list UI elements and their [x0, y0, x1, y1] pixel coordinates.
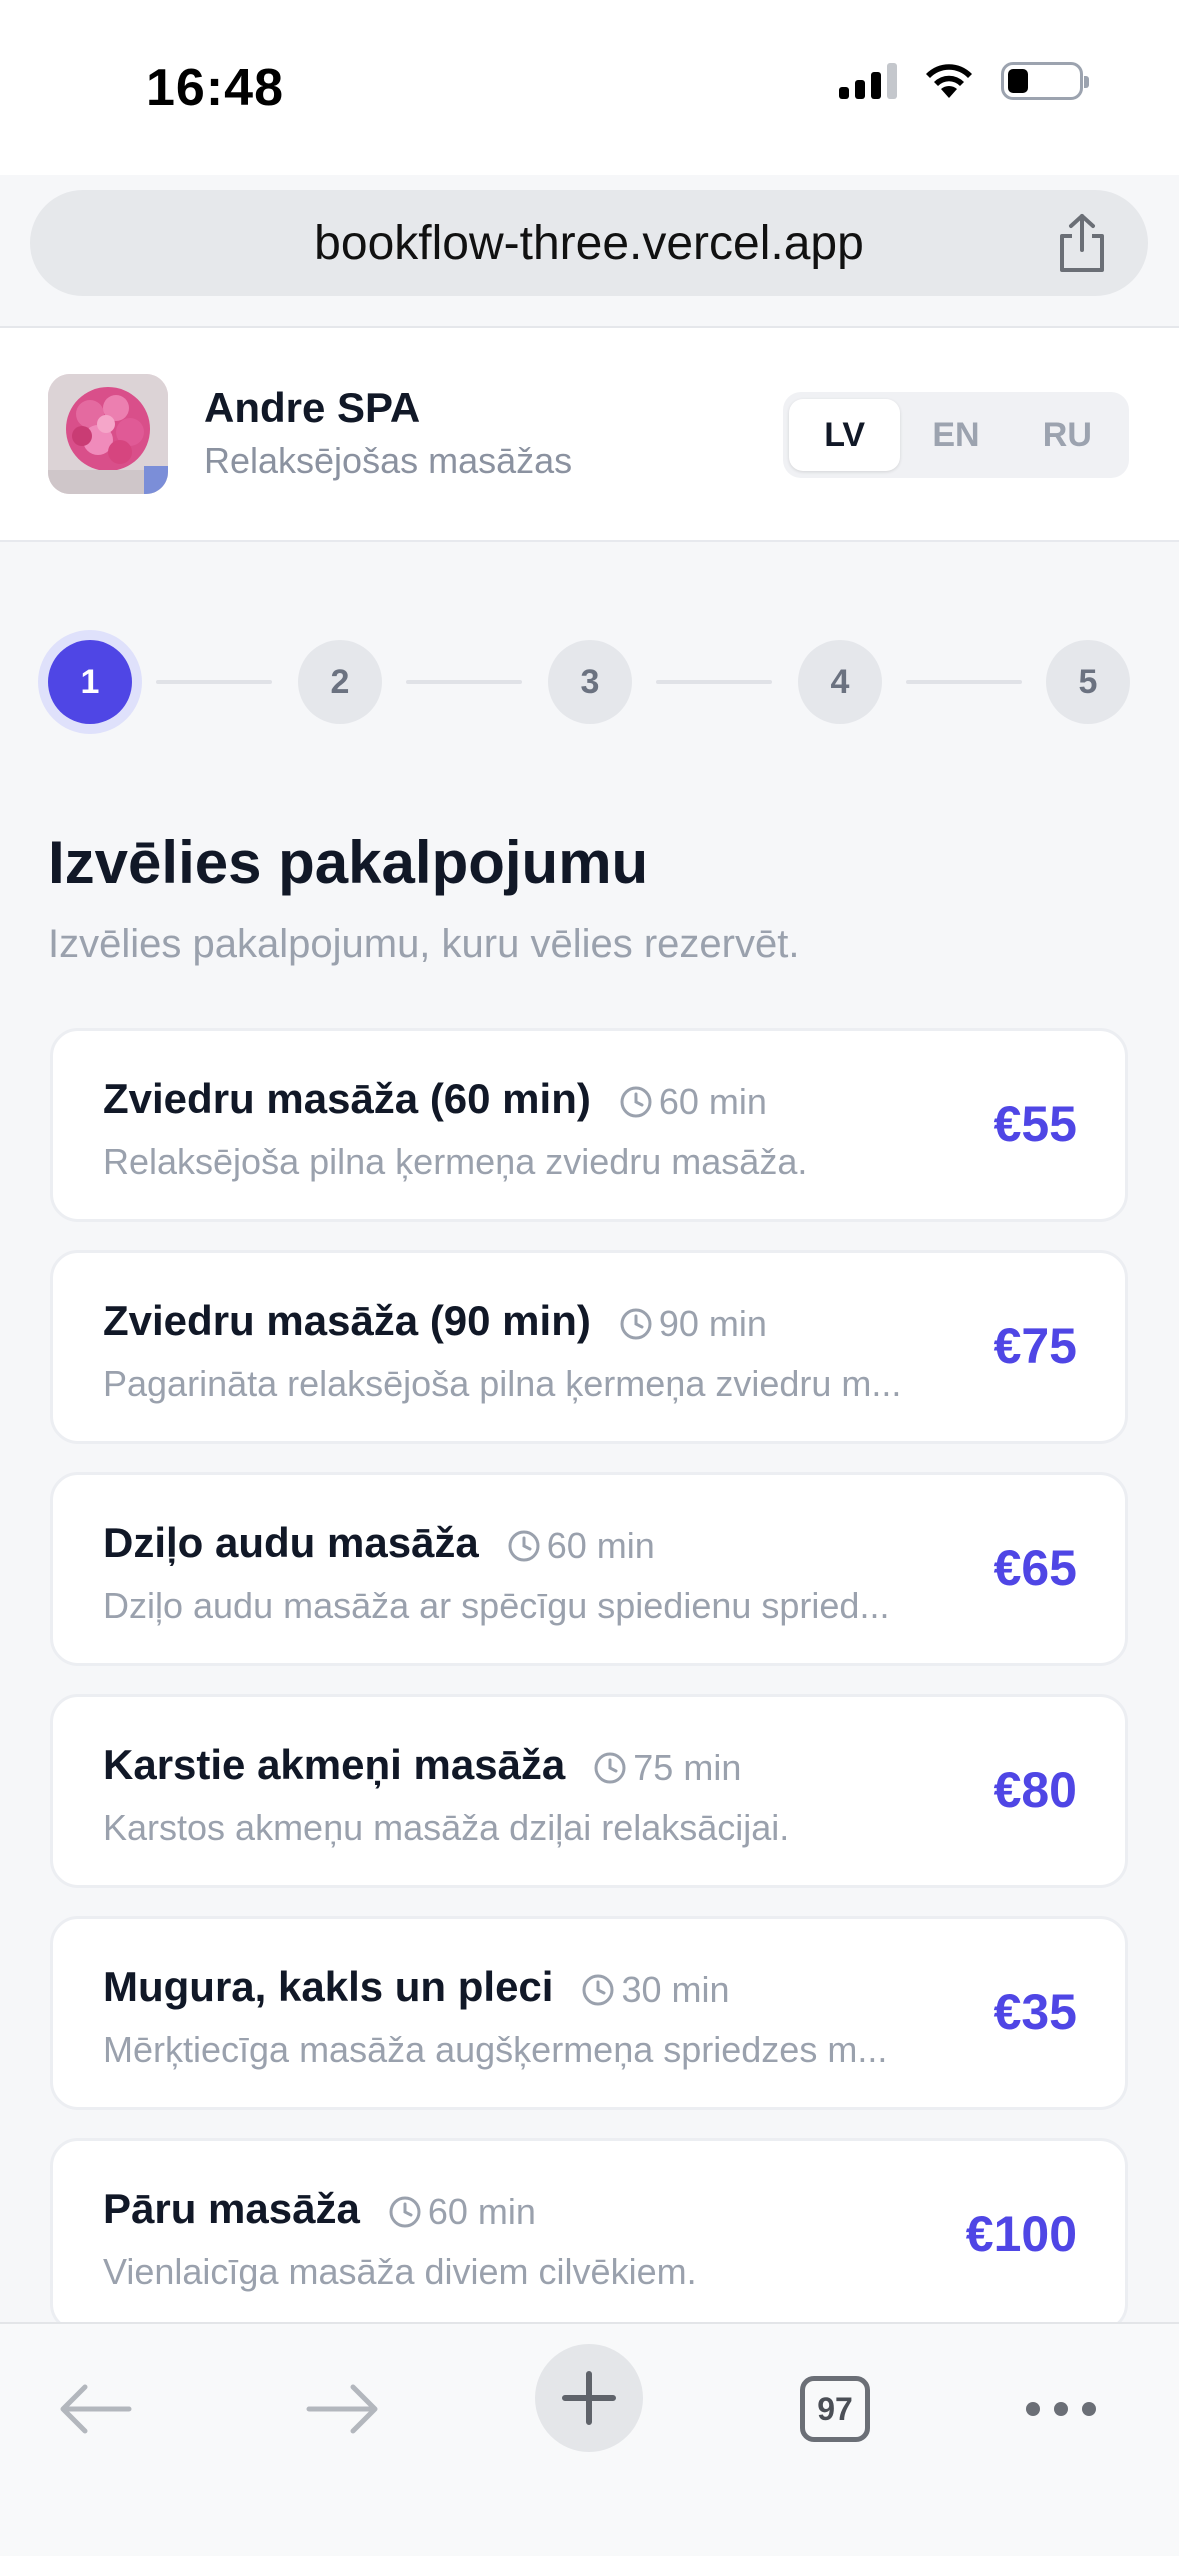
tabs-button[interactable]: 97 — [780, 2354, 890, 2464]
language-switcher: LV EN RU — [783, 392, 1129, 478]
service-name: Mugura, kakls un pleci — [103, 1963, 554, 2010]
step-4: 4 — [798, 640, 882, 724]
service-price: €55 — [993, 1096, 1077, 1152]
share-icon[interactable] — [1052, 212, 1112, 274]
service-price: €80 — [993, 1762, 1077, 1818]
service-name: Karstie akmeņi masāža — [103, 1741, 566, 1788]
arrow-left-icon — [60, 2384, 132, 2434]
clock-icon — [620, 1308, 652, 1340]
service-description: Vienlaicīga masāža diviem cilvēkiem. — [103, 2251, 697, 2292]
cellular-signal-icon — [839, 63, 897, 99]
service-duration-label: 60 min — [427, 2190, 536, 2232]
business-header: Andre SPA Relaksējošas masāžas LV EN RU — [0, 328, 1179, 542]
service-name: Pāru masāža — [103, 2185, 360, 2232]
service-name: Zviedru masāža (90 min) — [103, 1297, 591, 1344]
more-dots-icon — [1026, 2402, 1096, 2416]
step-connector — [656, 680, 772, 684]
service-duration-label: 90 min — [658, 1302, 767, 1344]
service-card[interactable]: Zviedru masāža (60 min) 60 min Relaksējoš… — [50, 1028, 1128, 1222]
address-bar-url[interactable]: bookflow-three.vercel.app — [314, 216, 864, 271]
service-name-row: Karstie akmeņi masāža 75 min — [103, 1741, 741, 1789]
service-name-row: Zviedru masāža (90 min) 90 min — [103, 1297, 767, 1345]
service-card[interactable]: Karstie akmeņi masāža 75 min Karstos akme… — [50, 1694, 1128, 1888]
service-card[interactable]: Pāru masāža 60 min Vienlaicīga masāža div… — [50, 2138, 1128, 2332]
service-price: €35 — [993, 1984, 1077, 2040]
status-icons — [839, 62, 1089, 100]
service-price: €65 — [993, 1540, 1077, 1596]
step-3: 3 — [548, 640, 632, 724]
service-duration-label: 30 min — [621, 1968, 730, 2010]
browser-toolbar: 97 — [0, 2322, 1179, 2556]
clock-icon — [582, 1974, 614, 2006]
clock-icon — [508, 1530, 540, 1562]
service-name-row: Dziļo audu masāža 60 min — [103, 1519, 655, 1567]
service-card[interactable]: Zviedru masāža (90 min) 90 min Pagarināta… — [50, 1250, 1128, 1444]
service-description: Pagarināta relaksējoša pilna ķermeņa zvi… — [103, 1363, 902, 1404]
service-duration-label: 75 min — [633, 1746, 742, 1788]
language-option-ru[interactable]: RU — [1012, 399, 1123, 471]
service-description: Relaksējoša pilna ķermeņa zviedru masāža… — [103, 1141, 808, 1182]
service-price: €100 — [965, 2206, 1077, 2262]
service-duration: 60 min — [619, 1081, 767, 1123]
service-duration: 60 min — [388, 2191, 536, 2233]
status-bar: 16:48 — [0, 0, 1179, 175]
new-tab-button[interactable] — [535, 2344, 643, 2452]
plus-icon — [562, 2371, 616, 2425]
service-name-row: Zviedru masāža (60 min) 60 min — [103, 1075, 767, 1123]
service-duration-label: 60 min — [658, 1080, 767, 1122]
clock-icon — [620, 1086, 652, 1118]
service-card[interactable]: Dziļo audu masāža 60 min Dziļo audu masāž… — [50, 1472, 1128, 1666]
step-connector — [906, 680, 1022, 684]
service-description: Karstos akmeņu masāža dziļai relaksācija… — [103, 1807, 790, 1848]
business-subtitle: Relaksējošas masāžas — [204, 440, 573, 481]
step-1: 1 — [48, 640, 132, 724]
clock-icon — [594, 1752, 626, 1784]
service-card[interactable]: Mugura, kakls un pleci 30 min Mērķtiecīga… — [50, 1916, 1128, 2110]
service-duration-label: 60 min — [546, 1524, 655, 1566]
arrow-right-icon — [306, 2384, 378, 2434]
language-option-lv[interactable]: LV — [789, 399, 901, 471]
service-price: €75 — [993, 1318, 1077, 1374]
status-time: 16:48 — [146, 59, 284, 117]
page-subtitle: Izvēlies pakalpojumu, kuru vēlies rezerv… — [48, 922, 800, 966]
tab-count: 97 — [800, 2376, 870, 2442]
service-name-row: Pāru masāža 60 min — [103, 2185, 536, 2233]
clock-icon — [389, 2196, 421, 2228]
booking-stepper: 1 2 3 4 5 — [48, 640, 1130, 724]
service-duration: 30 min — [581, 1968, 730, 2011]
service-name: Dziļo audu masāža — [103, 1519, 479, 1566]
language-option-en[interactable]: EN — [900, 399, 1011, 471]
service-duration: 75 min — [593, 1747, 741, 1789]
service-duration: 90 min — [619, 1303, 767, 1345]
service-duration: 60 min — [507, 1525, 655, 1567]
service-name-row: Mugura, kakls un pleci 30 min — [103, 1963, 730, 2011]
page-title: Izvēlies pakalpojumu — [48, 829, 649, 896]
business-logo — [48, 374, 168, 494]
address-bar[interactable]: bookflow-three.vercel.app — [30, 190, 1148, 296]
service-description: Mērķtiecīga masāža augšķermeņa spriedzes… — [103, 2029, 888, 2070]
more-button[interactable] — [1006, 2354, 1116, 2464]
battery-icon — [1001, 62, 1089, 100]
wifi-icon — [926, 64, 972, 98]
business-name: Andre SPA — [204, 384, 421, 431]
step-connector — [156, 680, 272, 684]
service-description: Dziļo audu masāža ar spēcīgu spiedienu s… — [103, 1585, 890, 1626]
step-2: 2 — [298, 640, 382, 724]
back-button[interactable] — [40, 2354, 150, 2464]
step-5: 5 — [1046, 640, 1130, 724]
service-name: Zviedru masāža (60 min) — [103, 1075, 591, 1122]
step-connector — [406, 680, 522, 684]
forward-button[interactable] — [288, 2354, 398, 2464]
